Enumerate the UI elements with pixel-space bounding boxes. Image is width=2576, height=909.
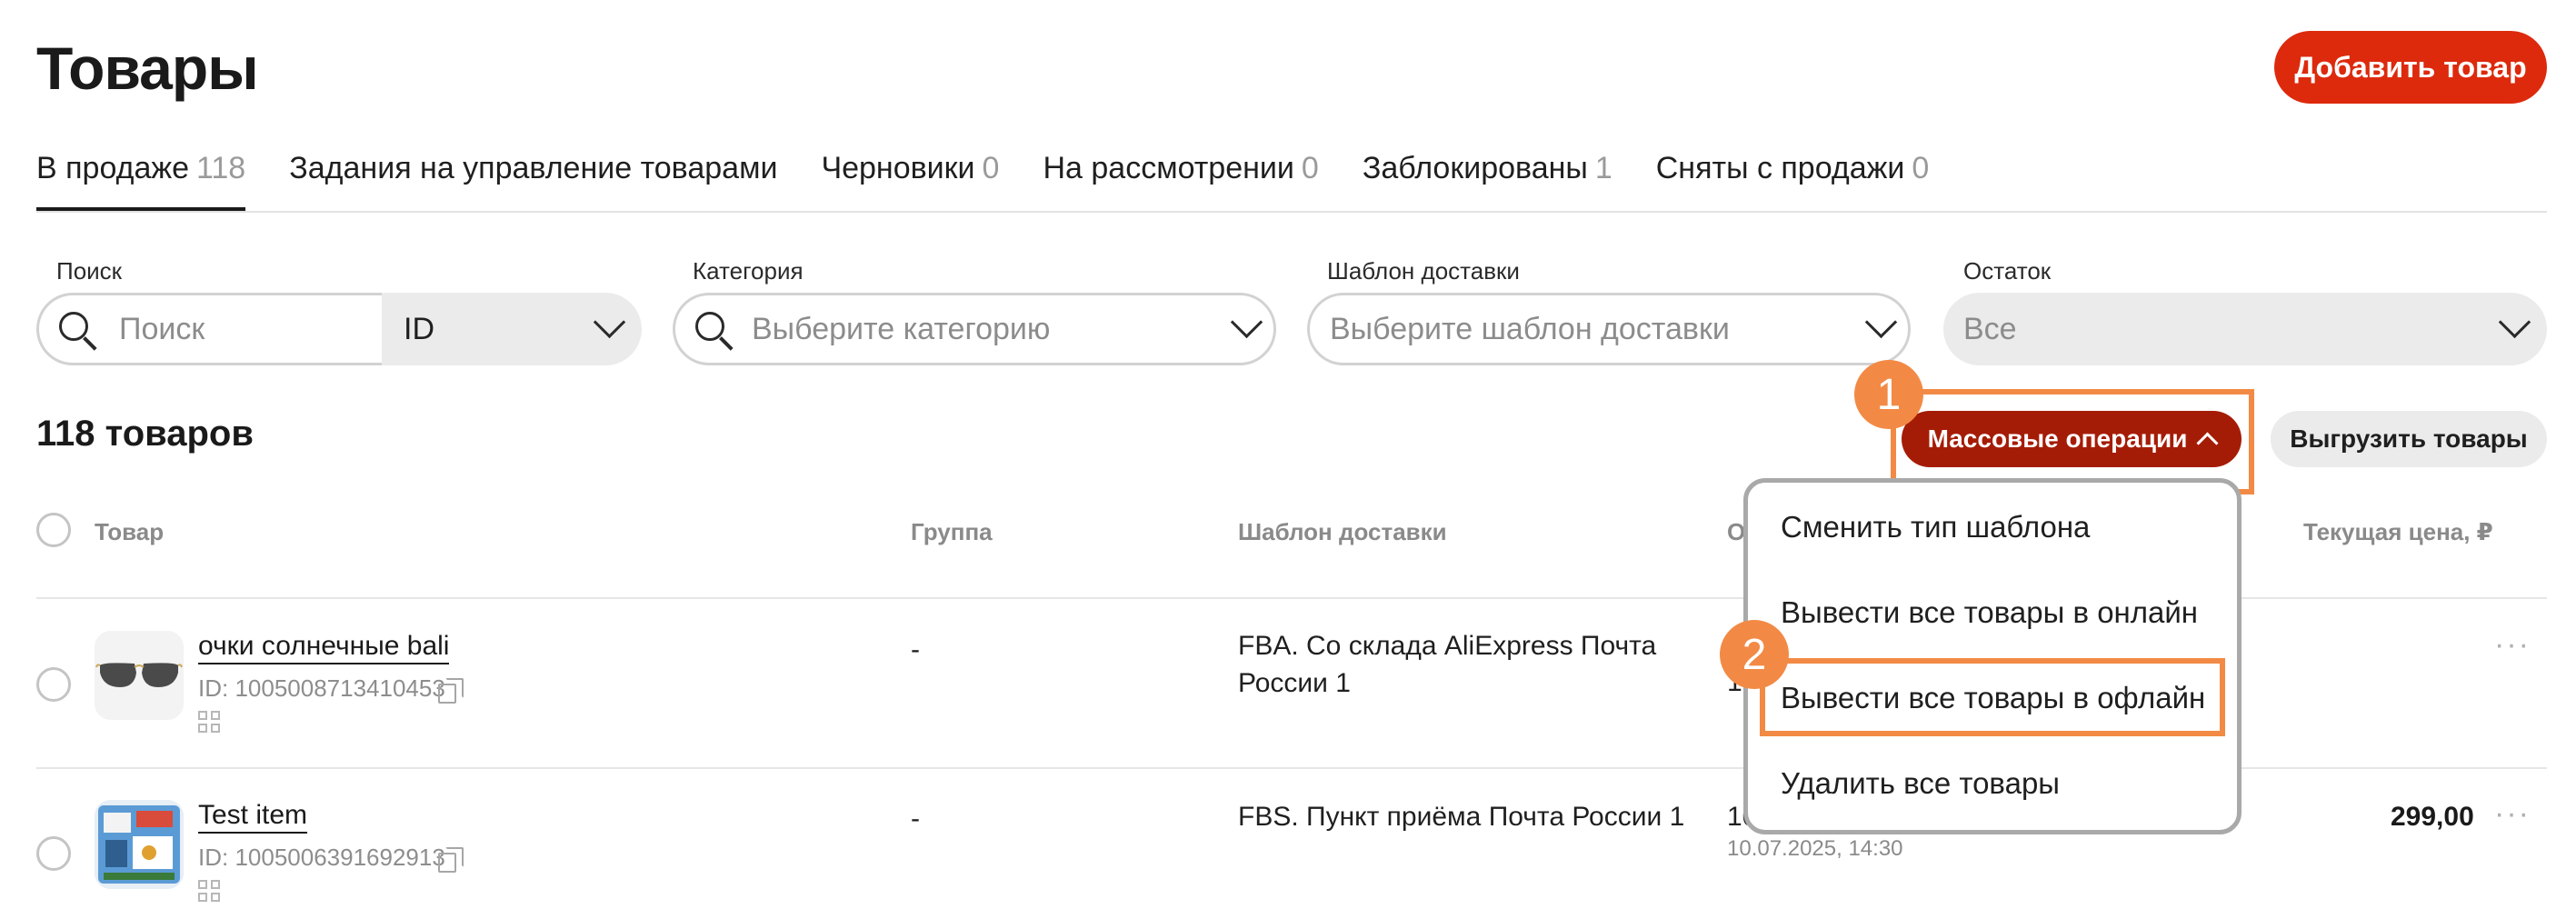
tab-label: На рассмотрении <box>1043 151 1294 185</box>
search-type-select[interactable]: ID <box>382 293 642 365</box>
stock-label: Остаток <box>1963 257 2052 285</box>
chevron-down-icon <box>2498 305 2531 339</box>
product-name-link[interactable]: Test item <box>198 800 308 834</box>
search-type-value: ID <box>404 311 434 346</box>
tab-drafts[interactable]: Черновики 0 <box>821 145 999 213</box>
select-all-checkbox[interactable] <box>36 513 71 547</box>
export-products-button[interactable]: Выгрузить товары <box>2271 411 2547 467</box>
delivery-template-label: Шаблон доставки <box>1327 257 1520 285</box>
tab-count: 0 <box>1301 151 1319 185</box>
product-name: очки солнечные bali <box>198 631 450 664</box>
menu-item-all-online[interactable]: Вывести все товары в онлайн <box>1781 595 2198 630</box>
row-more-icon[interactable]: ··· <box>2494 627 2531 663</box>
tab-label: Сняты с продажи <box>1655 151 1905 185</box>
column-product: Товар <box>95 518 165 545</box>
step-badge-2: 2 <box>1720 620 1789 689</box>
highlight-offline-item <box>1760 658 2225 736</box>
tab-on-sale[interactable]: В продаже 118 <box>36 145 246 213</box>
product-delivery-template: FBS. Пункт приёма Почта России 1 <box>1238 802 1685 832</box>
chevron-up-icon <box>2196 431 2219 454</box>
chevron-down-icon <box>1230 305 1263 339</box>
tab-count: 1 <box>1594 151 1612 185</box>
stock-select[interactable]: Все <box>1943 293 2547 365</box>
row-more-icon[interactable]: ··· <box>2494 796 2531 832</box>
row-checkbox[interactable] <box>36 836 71 871</box>
search-input[interactable]: Поиск <box>36 293 382 365</box>
qr-code-icon[interactable] <box>198 880 222 904</box>
mass-operations-label: Массовые операции <box>1927 425 2188 453</box>
step-badge-1: 1 <box>1854 360 1923 429</box>
product-thumbnail[interactable] <box>95 800 184 889</box>
search-placeholder: Поиск <box>119 311 205 346</box>
tab-count: 0 <box>982 151 1000 185</box>
tab-label: Черновики <box>821 151 975 185</box>
tab-management-tasks[interactable]: Задания на управление товарами <box>289 145 777 213</box>
product-delivery-template: FBA. Со склада AliExpress Почта России 1 <box>1238 631 1657 698</box>
chevron-down-icon <box>1864 305 1898 339</box>
category-label: Категория <box>693 257 804 285</box>
tab-blocked[interactable]: Заблокированы 1 <box>1363 145 1612 213</box>
mass-operations-button[interactable]: Массовые операции <box>1902 411 2242 467</box>
tab-label: Заблокированы <box>1362 151 1588 185</box>
product-name-link[interactable]: очки солнечные bali <box>198 631 450 664</box>
category-placeholder: Выберите категорию <box>752 311 1051 346</box>
page-title: Товары <box>36 35 259 102</box>
tab-under-review[interactable]: На рассмотрении 0 <box>1043 145 1318 213</box>
column-price: Текущая цена, ₽ <box>2303 518 2493 545</box>
product-id: ID: 1005006391692913 <box>198 844 445 871</box>
product-thumbnail[interactable] <box>95 631 184 720</box>
stock-value: Все <box>1963 311 2017 346</box>
column-delivery: Шаблон доставки <box>1238 518 1447 545</box>
tab-label: В продаже <box>36 151 190 185</box>
tab-count: 0 <box>1912 151 1930 185</box>
products-count: 118 товаров <box>36 414 254 454</box>
sunglasses-image <box>95 631 184 720</box>
menu-item-delete-all[interactable]: Удалить все товары <box>1781 766 2060 801</box>
product-group: - <box>911 634 920 664</box>
tab-label: Задания на управление товарами <box>289 151 778 185</box>
product-group: - <box>911 804 920 834</box>
mass-operations-menu: Сменить тип шаблона Вывести все товары в… <box>1743 478 2242 834</box>
category-select[interactable]: Выберите категорию <box>673 293 1276 365</box>
delivery-template-placeholder: Выберите шаблон доставки <box>1330 311 1730 346</box>
delivery-template-select[interactable]: Выберите шаблон доставки <box>1307 293 1911 365</box>
search-label: Поиск <box>56 257 123 285</box>
tab-removed[interactable]: Сняты с продажи 0 <box>1656 145 1930 213</box>
row-checkbox[interactable] <box>36 667 71 702</box>
product-price: 299,00 <box>2391 802 2474 832</box>
test-item-image <box>95 800 184 889</box>
tabs-divider <box>36 211 2547 213</box>
tabs-bar: В продаже 118 Задания на управление товар… <box>36 145 1929 213</box>
chevron-down-icon <box>593 305 626 339</box>
add-product-button[interactable]: Добавить товар <box>2274 31 2547 104</box>
column-group: Группа <box>911 518 993 545</box>
product-updated-date: 10.07.2025, 14:30 <box>1727 836 1903 861</box>
search-icon <box>59 312 88 341</box>
product-name: Test item <box>198 800 308 834</box>
product-id: ID: 1005008713410453 <box>198 674 445 702</box>
copy-icon[interactable] <box>438 847 464 873</box>
search-icon <box>695 312 724 341</box>
tab-count: 118 <box>196 151 246 185</box>
copy-icon[interactable] <box>438 678 464 704</box>
qr-code-icon[interactable] <box>198 711 222 734</box>
menu-item-change-template[interactable]: Сменить тип шаблона <box>1781 510 2090 544</box>
